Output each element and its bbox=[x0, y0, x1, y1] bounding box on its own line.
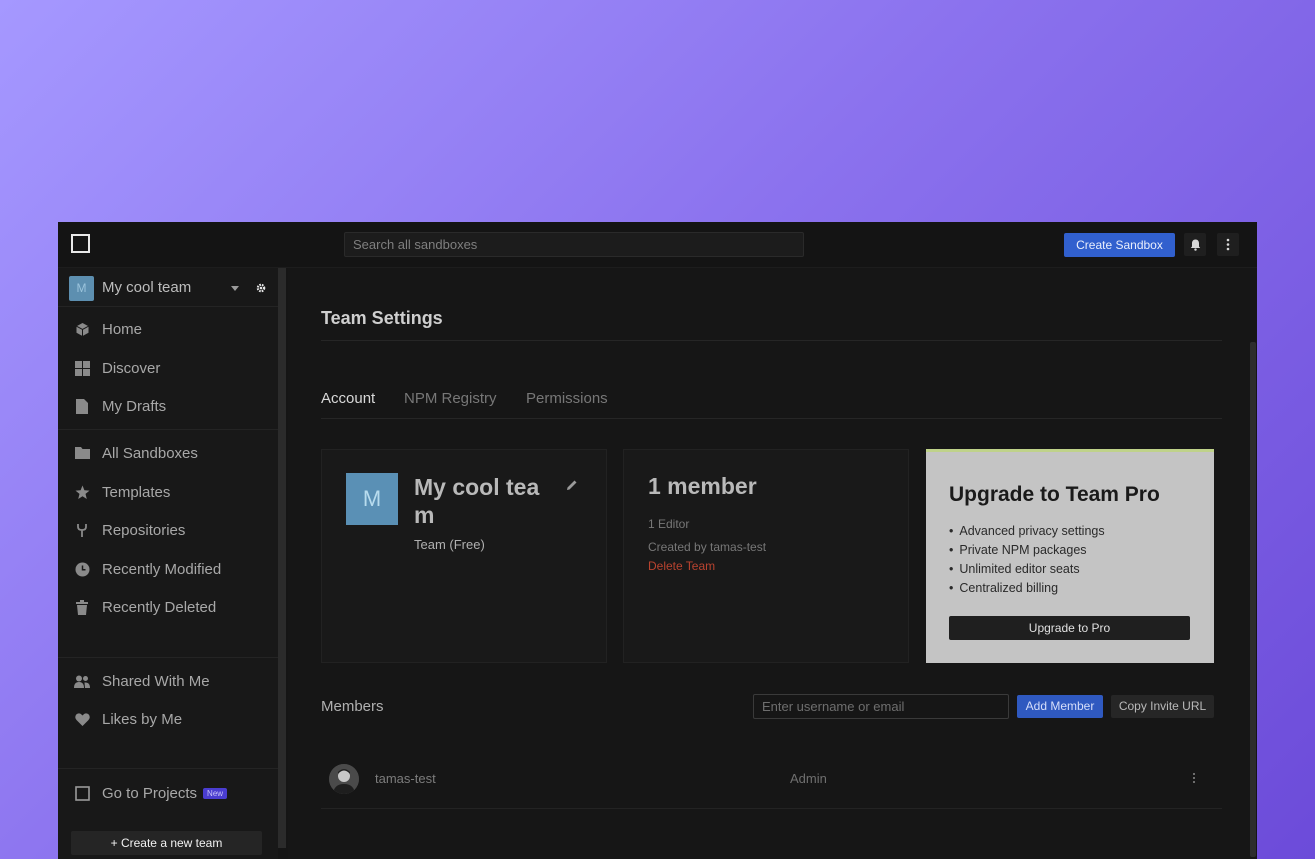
member-role[interactable]: Admin bbox=[790, 771, 827, 786]
star-icon bbox=[74, 484, 90, 500]
team-name-heading: My cool team bbox=[414, 474, 540, 528]
new-badge: New bbox=[203, 787, 228, 799]
main-scrollbar[interactable] bbox=[1250, 342, 1256, 857]
sidebar-item-my-drafts[interactable]: My Drafts bbox=[74, 394, 274, 418]
sidebar-item-label: Repositories bbox=[102, 521, 186, 539]
search-input[interactable] bbox=[344, 232, 804, 257]
page-title: Team Settings bbox=[321, 308, 443, 328]
top-bar: Create Sandbox bbox=[58, 222, 1257, 268]
members-heading: Members bbox=[321, 698, 384, 715]
sidebar-item-label: Discover bbox=[102, 359, 161, 377]
sidebar-item-likes-by-me[interactable]: Likes by Me bbox=[74, 707, 274, 731]
sidebar-item-templates[interactable]: Templates bbox=[74, 480, 274, 504]
tabs-divider bbox=[321, 418, 1222, 419]
heart-icon bbox=[74, 711, 90, 727]
member-count: 1 member bbox=[648, 473, 757, 499]
sidebar-divider bbox=[58, 306, 278, 307]
caret-down-icon[interactable] bbox=[231, 286, 239, 291]
sidebar-item-label: Recently Deleted bbox=[102, 598, 217, 616]
codesandbox-logo-icon[interactable] bbox=[71, 234, 90, 253]
sidebar-divider bbox=[58, 768, 278, 769]
member-name: tamas-test bbox=[375, 771, 436, 786]
sidebar-item-label: Shared With Me bbox=[102, 672, 210, 690]
feature-item: Private NPM packages bbox=[949, 541, 1105, 560]
vertical-dots-icon bbox=[1226, 238, 1230, 251]
grid-icon bbox=[74, 360, 90, 376]
team-avatar-large: M bbox=[346, 473, 398, 525]
editor-count: 1 Editor bbox=[648, 517, 690, 531]
more-menu-button[interactable] bbox=[1217, 233, 1239, 256]
feature-item: Centralized billing bbox=[949, 579, 1105, 598]
sidebar-item-recently-modified[interactable]: Recently Modified bbox=[74, 557, 274, 581]
trash-icon bbox=[74, 599, 90, 615]
team-plan: Team (Free) bbox=[414, 537, 485, 552]
team-name: My cool team bbox=[102, 279, 192, 296]
sidebar-divider bbox=[58, 657, 278, 658]
copy-invite-url-button[interactable]: Copy Invite URL bbox=[1111, 695, 1214, 718]
cube-icon bbox=[74, 321, 90, 337]
sidebar-item-label: Recently Modified bbox=[102, 560, 222, 578]
sidebar-item-shared-with-me[interactable]: Shared With Me bbox=[74, 669, 274, 693]
square-icon bbox=[74, 785, 90, 801]
sidebar-item-label: All Sandboxes bbox=[102, 444, 198, 462]
sidebar-item-label: Go to Projects bbox=[102, 784, 198, 802]
delete-team-link[interactable]: Delete Team bbox=[648, 559, 715, 573]
sidebar-item-repositories[interactable]: Repositories bbox=[74, 518, 274, 542]
tab-permissions[interactable]: Permissions bbox=[526, 390, 608, 407]
upgrade-to-pro-button[interactable]: Upgrade to Pro bbox=[949, 616, 1190, 640]
people-icon bbox=[74, 673, 90, 689]
gear-icon[interactable] bbox=[256, 283, 266, 293]
sidebar-item-label: My Drafts bbox=[102, 397, 167, 415]
feature-list: Advanced privacy settings Private NPM pa… bbox=[949, 522, 1105, 598]
sidebar-item-home[interactable]: Home bbox=[74, 317, 274, 341]
folder-icon bbox=[74, 445, 90, 461]
tab-account[interactable]: Account bbox=[321, 390, 375, 407]
invite-member-input[interactable] bbox=[753, 694, 1009, 719]
create-sandbox-button[interactable]: Create Sandbox bbox=[1064, 233, 1175, 257]
created-by: Created by tamas-test bbox=[648, 540, 767, 554]
sidebar-item-go-to-projects[interactable]: Go to Projects New bbox=[74, 781, 274, 805]
upgrade-pro-card: Upgrade to Team Pro Advanced privacy set… bbox=[926, 449, 1214, 663]
feature-item: Unlimited editor seats bbox=[949, 560, 1105, 579]
sidebar-divider bbox=[58, 429, 278, 430]
member-row: tamas-test Admin bbox=[321, 758, 1222, 809]
sidebar-scrollbar[interactable] bbox=[278, 268, 286, 848]
member-options-icon[interactable] bbox=[1189, 769, 1199, 787]
branch-icon bbox=[74, 522, 90, 538]
file-icon bbox=[74, 398, 90, 414]
avatar bbox=[329, 764, 359, 794]
clock-icon bbox=[74, 561, 90, 577]
title-divider bbox=[321, 340, 1222, 341]
main-content: Team Settings Account NPM Registry Permi… bbox=[288, 268, 1257, 859]
sidebar-item-recently-deleted[interactable]: Recently Deleted bbox=[74, 595, 274, 619]
sidebar-item-all-sandboxes[interactable]: All Sandboxes bbox=[74, 441, 274, 465]
team-switcher[interactable]: M My cool team bbox=[69, 276, 275, 302]
bell-icon bbox=[1190, 239, 1200, 251]
add-member-button[interactable]: Add Member bbox=[1017, 695, 1103, 718]
sidebar-item-label: Likes by Me bbox=[102, 710, 183, 728]
sidebar: M My cool team Home Discover My Drafts A… bbox=[58, 268, 278, 859]
sidebar-item-discover[interactable]: Discover bbox=[74, 356, 274, 380]
sidebar-item-label: Home bbox=[102, 320, 143, 338]
team-info-card: M My cool team Team (Free) bbox=[321, 449, 607, 663]
sidebar-item-label: Templates bbox=[102, 483, 171, 501]
feature-item: Advanced privacy settings bbox=[949, 522, 1104, 541]
upgrade-title: Upgrade to Team Pro bbox=[949, 483, 1160, 506]
tab-npm-registry[interactable]: NPM Registry bbox=[404, 390, 497, 407]
notifications-button[interactable] bbox=[1184, 233, 1206, 256]
team-avatar: M bbox=[69, 276, 94, 301]
pencil-icon[interactable] bbox=[566, 479, 578, 491]
app-window: Create Sandbox M My cool team Home Disco… bbox=[58, 222, 1257, 859]
members-summary-card: 1 member 1 Editor Created by tamas-test … bbox=[623, 449, 909, 663]
create-team-button[interactable]: + Create a new team bbox=[71, 831, 262, 855]
